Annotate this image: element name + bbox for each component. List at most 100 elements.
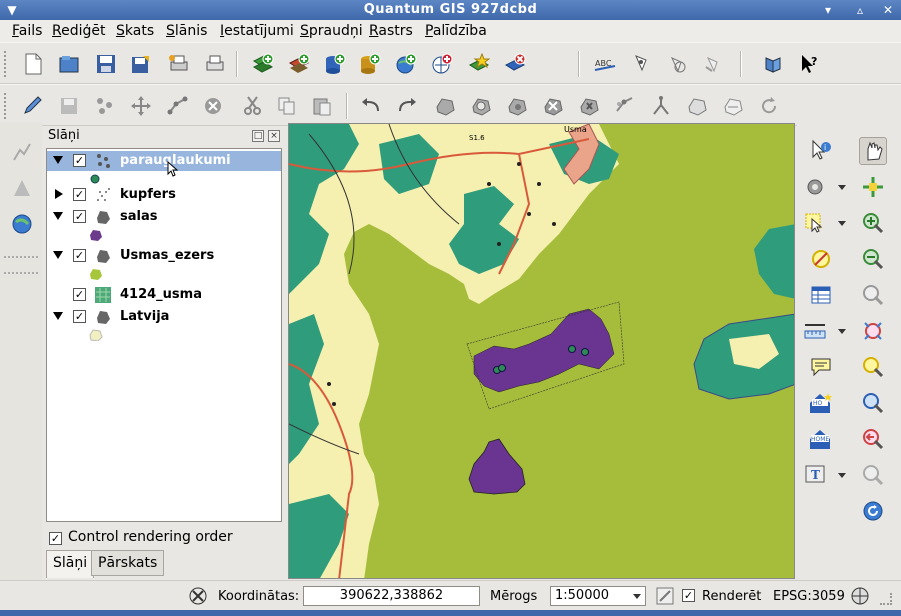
add-point-icon[interactable] (92, 94, 118, 118)
menu-rediget[interactable]: Rediģēt (52, 23, 106, 39)
menu-rastrs[interactable]: Rastrs (369, 23, 413, 39)
help-contents-icon[interactable] (760, 52, 786, 76)
tab-parskats[interactable]: Pārskats (91, 550, 165, 576)
layer-visibility-checkbox[interactable]: ✓ (73, 154, 86, 167)
add-ring-icon[interactable] (468, 94, 494, 118)
show-bookmarks-icon[interactable]: HOME (807, 425, 835, 453)
delete-selected-icon[interactable] (200, 94, 226, 118)
cut-features-icon[interactable] (240, 94, 266, 118)
label-tool-icon[interactable]: ABC (592, 52, 618, 76)
map-canvas[interactable]: Usma S1.6 (288, 123, 795, 579)
whats-this-icon[interactable]: ? (796, 52, 822, 76)
merge-features-icon[interactable] (684, 94, 710, 118)
pan-map-icon[interactable] (859, 137, 887, 165)
close-icon[interactable]: ✕ (880, 2, 896, 18)
label-move-icon[interactable] (664, 52, 690, 76)
layer-visibility-checkbox[interactable]: ✓ (73, 188, 86, 201)
new-project-icon[interactable] (20, 52, 46, 76)
save-edits-icon[interactable] (56, 94, 82, 118)
control-rendering-order-checkbox[interactable]: ✓ (49, 532, 62, 545)
control-rendering-order[interactable]: ✓ Control rendering order (49, 529, 233, 545)
add-wfs-layer-icon[interactable] (429, 52, 455, 76)
remove-layer-icon[interactable] (502, 52, 528, 76)
add-vector-layer-icon[interactable] (250, 52, 276, 76)
refresh-icon[interactable] (859, 497, 887, 525)
layer-visibility-checkbox[interactable]: ✓ (73, 210, 86, 223)
pan-to-selection-icon[interactable] (859, 173, 887, 201)
stop-render-icon[interactable] (655, 586, 675, 606)
menu-spraudni[interactable]: Spraudņi (300, 23, 363, 39)
menu-slanis[interactable]: Slānis (166, 23, 207, 39)
zoom-to-selection-icon[interactable] (859, 353, 887, 381)
zoom-in-icon[interactable] (859, 209, 887, 237)
layer-visibility-checkbox[interactable]: ✓ (73, 310, 86, 323)
label-pin-icon[interactable] (628, 52, 654, 76)
settings-gear-icon[interactable] (801, 173, 829, 201)
zoom-full-icon[interactable] (859, 317, 887, 345)
collapse-icon[interactable] (53, 312, 63, 320)
crs-label[interactable]: EPSG:3059 (773, 589, 845, 604)
add-spatialite-layer-icon[interactable] (357, 52, 383, 76)
measure-line-icon[interactable] (801, 317, 829, 345)
toolbar-grip[interactable] (4, 93, 8, 119)
maximize-icon[interactable]: ▵ (852, 2, 868, 18)
dock-grip[interactable] (4, 256, 38, 258)
print-icon[interactable] (202, 52, 228, 76)
layer-item-kupfers[interactable]: ✓ kupfers (47, 185, 281, 205)
crs-projection-icon[interactable] (850, 586, 870, 606)
minimize-icon[interactable]: ▾ (820, 2, 836, 18)
text-annotation-icon[interactable]: T (801, 461, 829, 489)
chevron-down-icon[interactable] (838, 221, 846, 226)
zoom-next-icon[interactable] (859, 461, 887, 489)
chevron-down-icon[interactable] (838, 329, 846, 334)
expand-icon[interactable] (55, 189, 63, 199)
attribute-table-icon[interactable] (807, 281, 835, 309)
dock-grip[interactable] (4, 272, 38, 274)
web-globe-icon[interactable] (8, 210, 36, 238)
toolbar-grip[interactable] (4, 51, 8, 77)
render-checkbox[interactable]: ✓ (682, 589, 695, 602)
scale-combobox[interactable]: 1:50000 (550, 586, 646, 606)
rotate-symbols-icon[interactable] (756, 94, 782, 118)
menu-skats[interactable]: Skats (116, 23, 154, 39)
add-wms-layer-icon[interactable] (393, 52, 419, 76)
resize-grip[interactable] (880, 593, 892, 605)
copy-features-icon[interactable] (274, 94, 300, 118)
move-feature-icon[interactable] (128, 94, 154, 118)
new-bookmark-icon[interactable]: HO (807, 389, 835, 417)
tab-slani[interactable]: Slāņi (46, 550, 95, 578)
save-as-icon[interactable] (128, 52, 154, 76)
menu-palidziba[interactable]: Palīdzība (425, 23, 487, 39)
zoom-to-layer-icon[interactable] (859, 389, 887, 417)
save-project-icon[interactable] (93, 52, 119, 76)
add-raster-layer-icon[interactable] (286, 52, 312, 76)
add-postgis-layer-icon[interactable] (322, 52, 348, 76)
delete-part-icon[interactable] (576, 94, 602, 118)
layer-visibility-checkbox[interactable]: ✓ (73, 288, 86, 301)
redo-icon[interactable] (394, 94, 420, 118)
zoom-last-icon[interactable] (859, 425, 887, 453)
split-features-icon[interactable] (648, 94, 674, 118)
print-composer-icon[interactable] (166, 52, 192, 76)
add-part-icon[interactable] (504, 94, 530, 118)
zoom-native-icon[interactable] (859, 281, 887, 309)
menu-fails[interactable]: Fails (12, 23, 42, 39)
delete-ring-icon[interactable] (540, 94, 566, 118)
layer-visibility-checkbox[interactable]: ✓ (73, 249, 86, 262)
identify-features-icon[interactable]: i (807, 137, 835, 165)
layer-item-usmas-ezers[interactable]: ✓ Usmas_ezers (47, 246, 281, 266)
layer-item-latvija[interactable]: ✓ Latvija (47, 307, 281, 327)
undo-icon[interactable] (358, 94, 384, 118)
panel-float-icon[interactable]: □ (252, 130, 264, 142)
coordinates-field[interactable]: 390622,338862 (303, 586, 480, 606)
chevron-down-icon[interactable] (838, 185, 846, 190)
gps-tool-icon[interactable] (8, 138, 36, 166)
new-vector-layer-icon[interactable] (466, 52, 492, 76)
map-tips-icon[interactable] (807, 353, 835, 381)
collapse-icon[interactable] (53, 212, 63, 220)
node-tool-icon[interactable] (165, 94, 191, 118)
layer-item-4124-usma[interactable]: ✓ 4124_usma (47, 285, 281, 305)
raster-tool-icon[interactable] (8, 174, 36, 202)
chevron-down-icon[interactable] (838, 473, 846, 478)
open-project-icon[interactable] (56, 52, 82, 76)
